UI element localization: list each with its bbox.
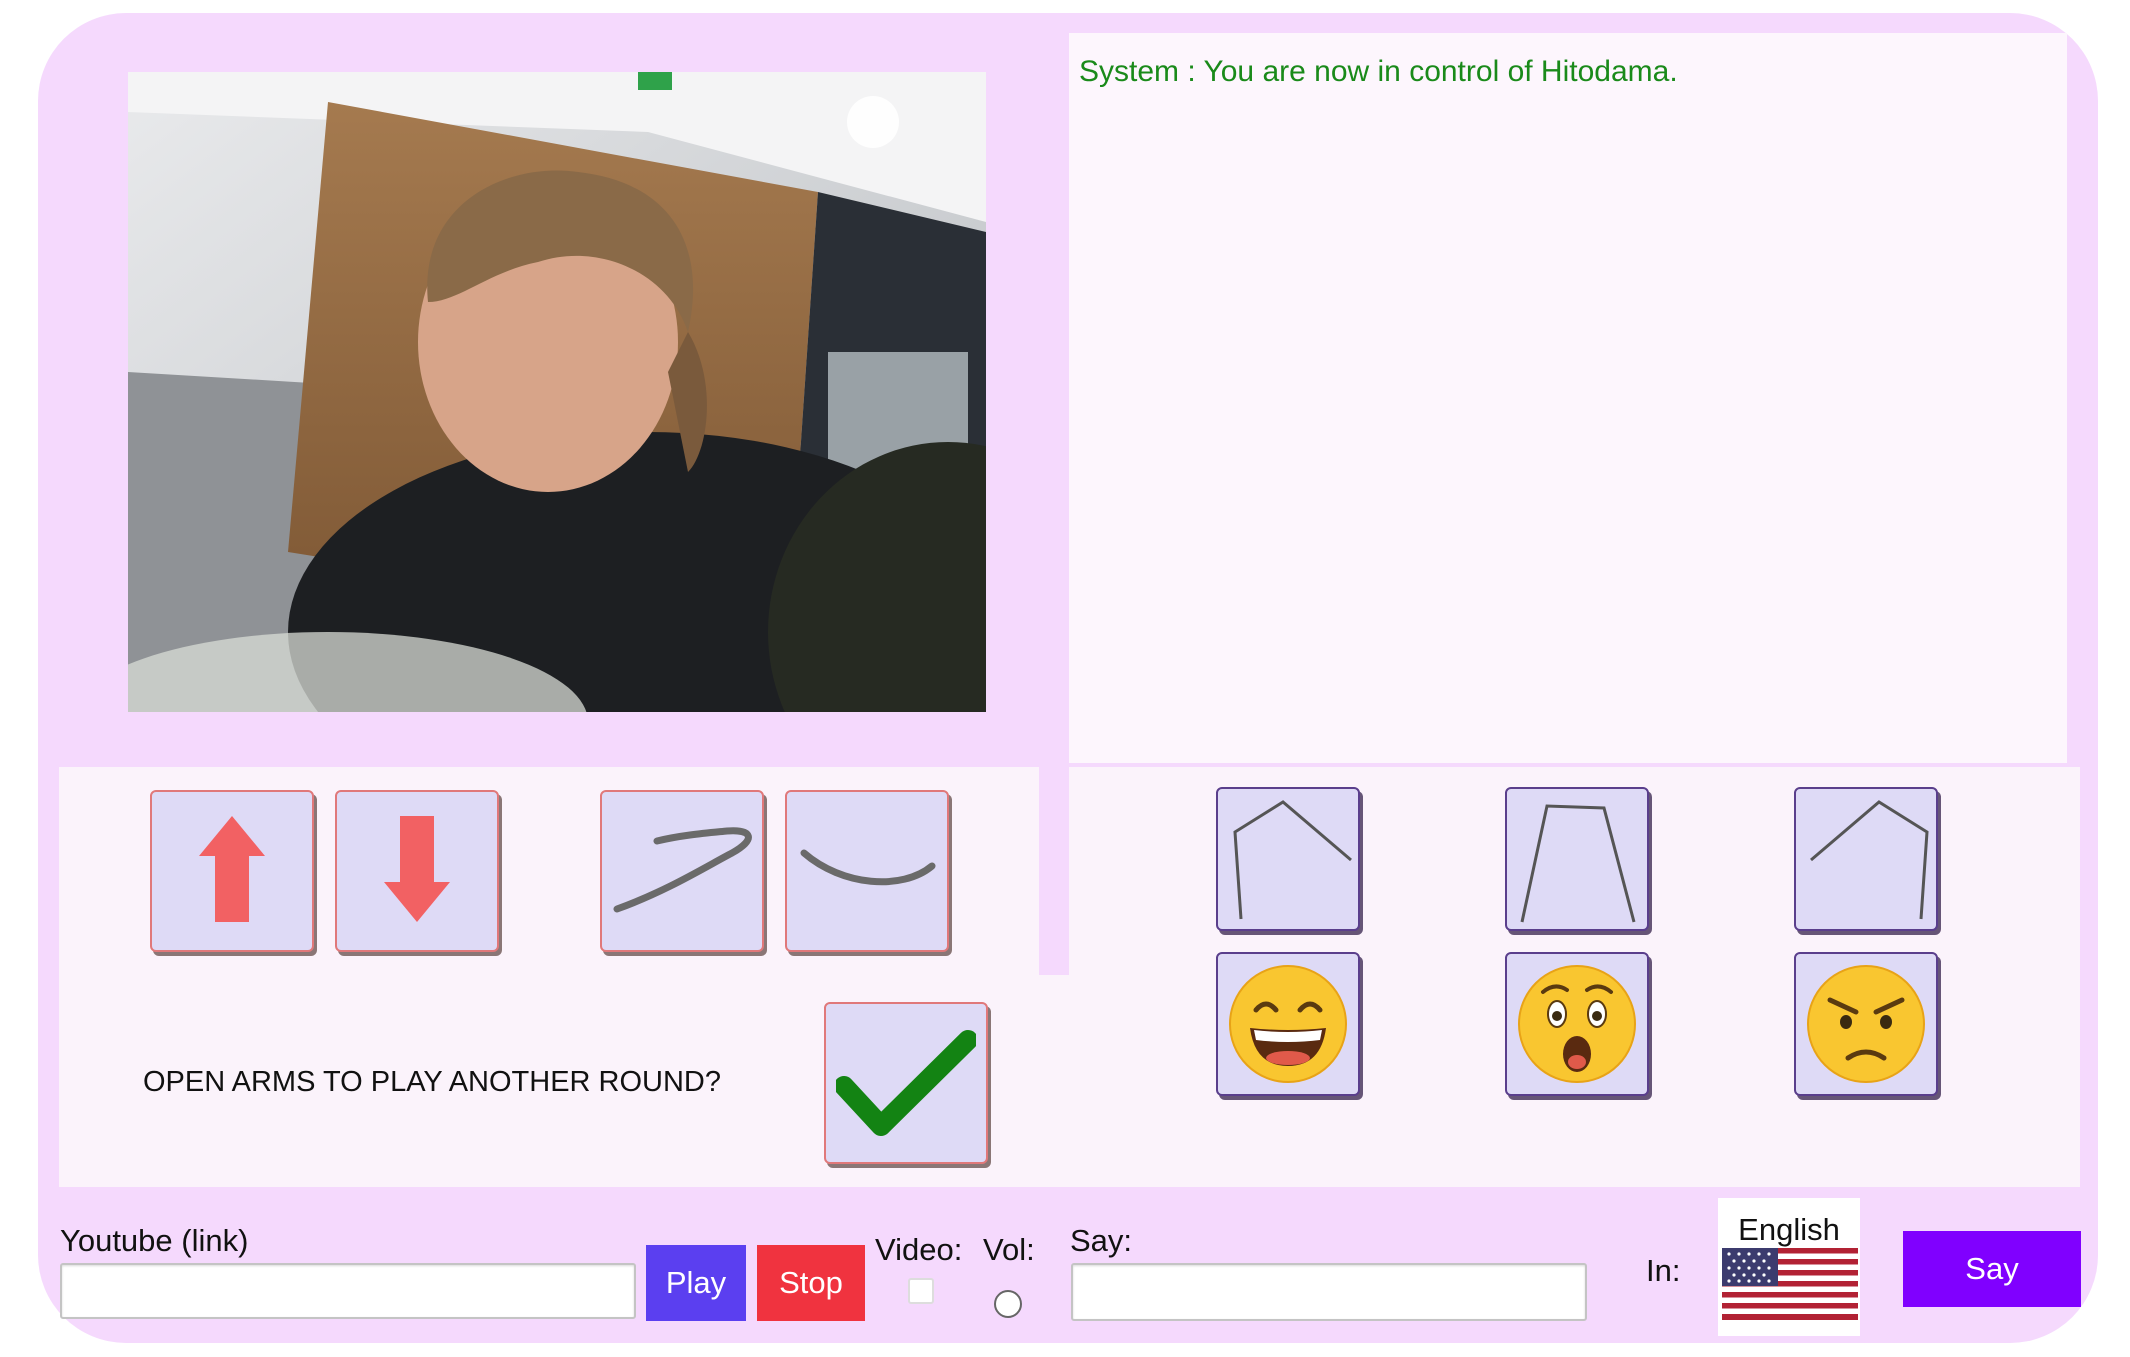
pose-left-icon xyxy=(1233,800,1352,920)
camera-image xyxy=(128,72,986,712)
say-label: Say: xyxy=(1070,1223,1133,1258)
emotion-happy-button[interactable] xyxy=(1216,952,1360,1096)
posture-left-button[interactable] xyxy=(1216,787,1360,931)
chat-message-system: System : You are now in control of Hitod… xyxy=(1079,55,1678,88)
in-label: In: xyxy=(1646,1253,1681,1288)
language-name: English xyxy=(1738,1212,1840,1247)
angry-face-icon xyxy=(1807,965,1925,1083)
volume-radio[interactable] xyxy=(994,1290,1022,1318)
video-label: Video: xyxy=(875,1232,963,1267)
curve-smile-icon xyxy=(800,849,936,886)
confirm-button[interactable] xyxy=(824,1002,988,1164)
surprised-face-icon xyxy=(1518,965,1636,1083)
arm-curve-lower-button[interactable] xyxy=(785,790,949,952)
arms-down-button[interactable] xyxy=(335,790,499,952)
posture-trapezoid-button[interactable] xyxy=(1505,787,1649,931)
language-selector[interactable]: English xyxy=(1718,1198,1860,1336)
vol-label: Vol: xyxy=(983,1232,1035,1267)
curve-up-icon xyxy=(613,827,752,913)
youtube-label: Youtube (link) xyxy=(60,1223,249,1258)
arrow-up-icon xyxy=(199,816,265,922)
chat-log: System : You are now in control of Hitod… xyxy=(1069,33,2067,763)
say-button[interactable]: Say xyxy=(1903,1231,2081,1307)
emotion-angry-button[interactable] xyxy=(1794,952,1938,1096)
play-button[interactable]: Play xyxy=(646,1245,746,1321)
video-checkbox[interactable] xyxy=(908,1278,934,1304)
checkmark-icon xyxy=(836,1030,976,1136)
youtube-link-input[interactable] xyxy=(60,1263,636,1319)
arms-up-button[interactable] xyxy=(150,790,314,952)
pose-trapezoid-icon xyxy=(1520,804,1636,923)
arrow-down-icon xyxy=(384,816,450,922)
say-text-input[interactable] xyxy=(1071,1263,1587,1321)
round-prompt: OPEN ARMS TO PLAY ANOTHER ROUND? xyxy=(143,1066,722,1098)
arm-curve-raise-button[interactable] xyxy=(600,790,764,952)
us-flag-icon xyxy=(1722,1248,1858,1320)
camera-video-feed xyxy=(128,72,986,712)
grinning-face-icon xyxy=(1229,965,1347,1083)
stop-button[interactable]: Stop xyxy=(757,1245,865,1321)
posture-right-button[interactable] xyxy=(1794,787,1938,931)
pose-right-icon xyxy=(1810,800,1929,920)
emotion-surprised-button[interactable] xyxy=(1505,952,1649,1096)
